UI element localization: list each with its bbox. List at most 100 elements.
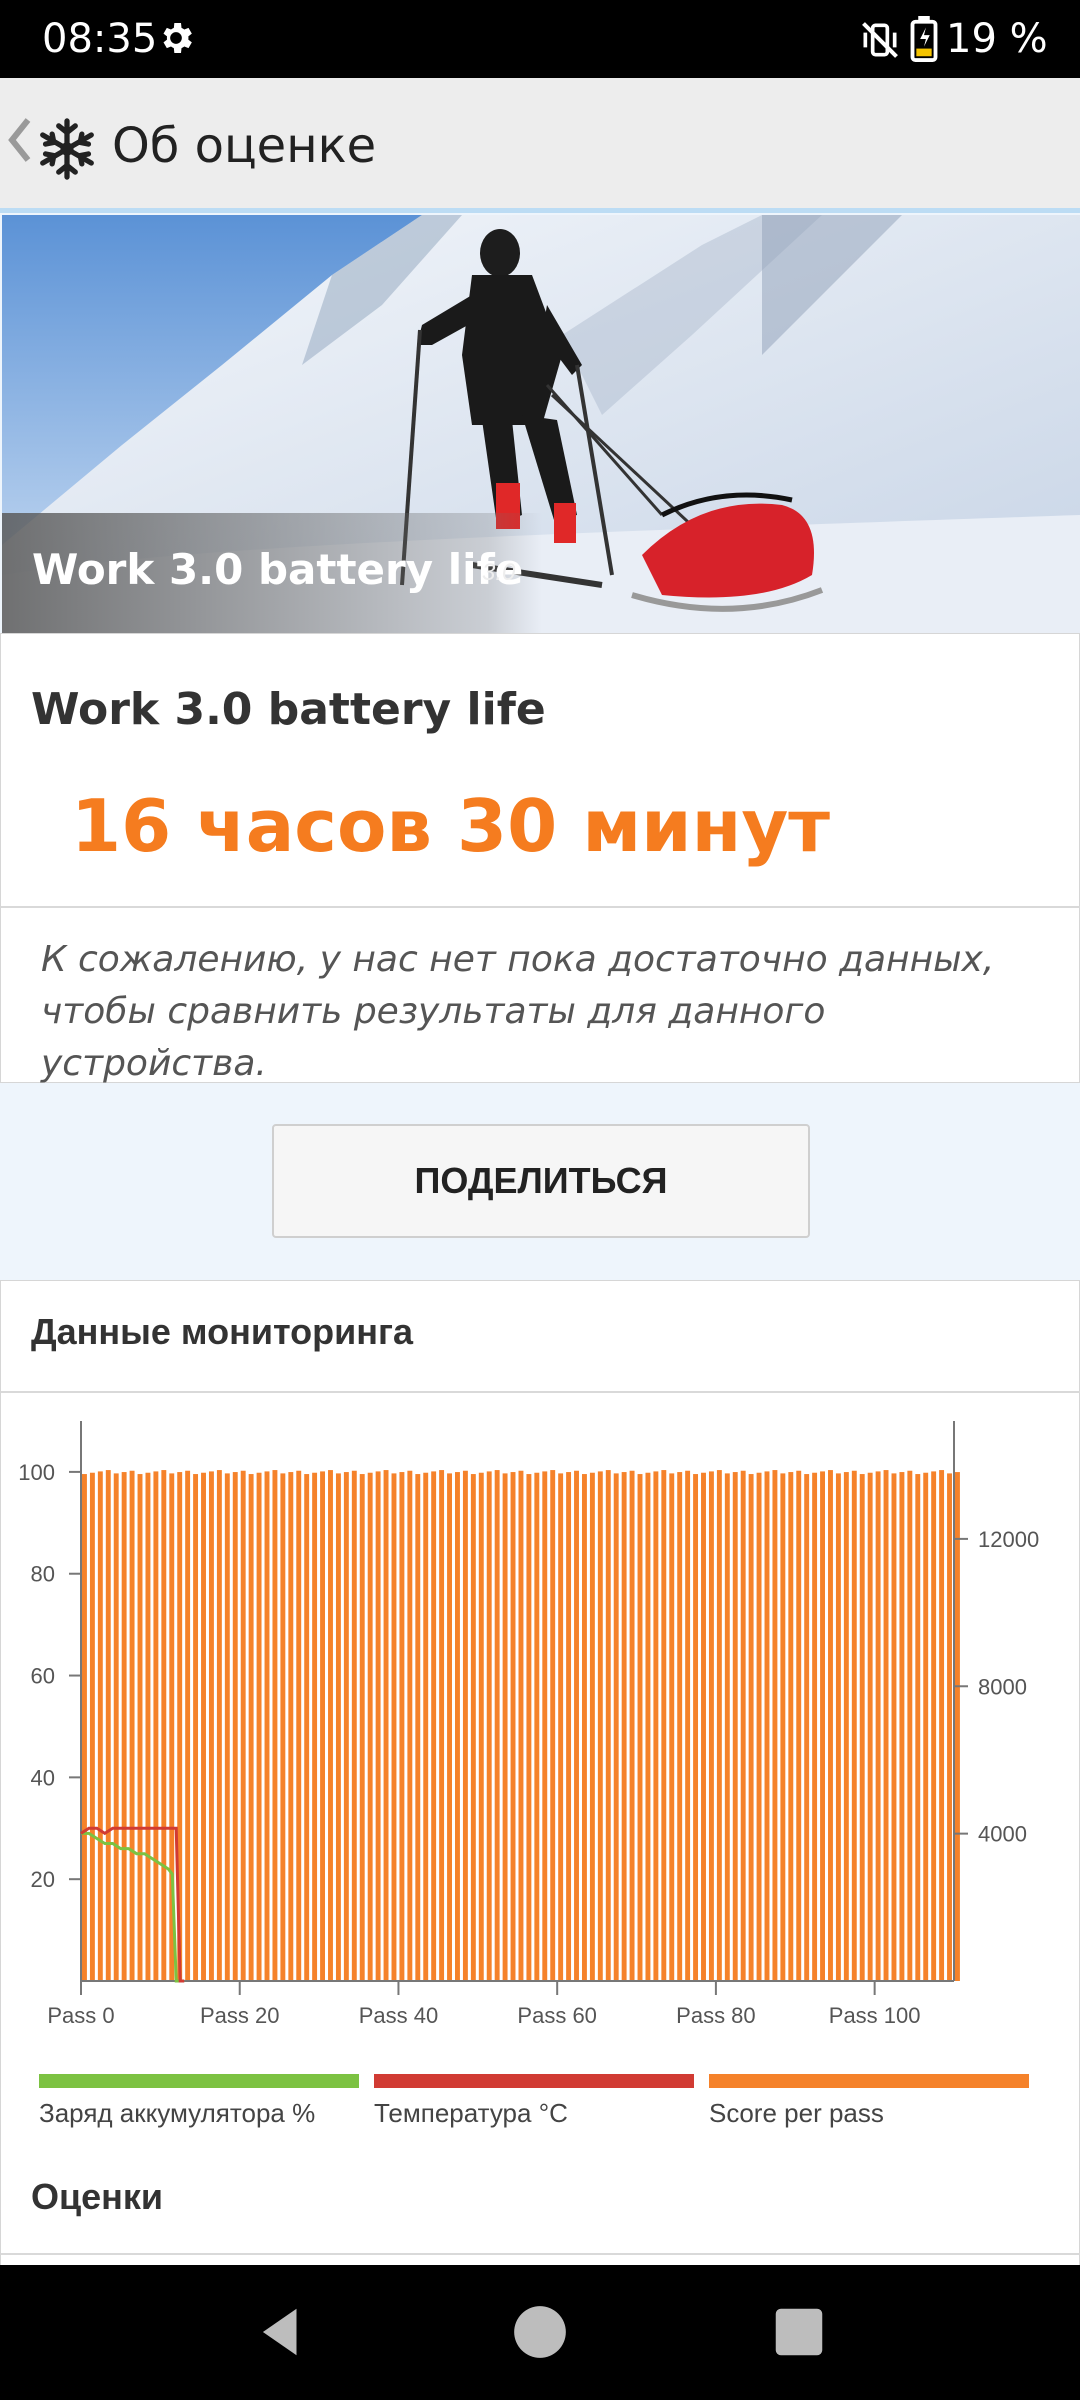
divider (1, 906, 1080, 908)
hero-banner: Work 3.0 battery life 3.0 (2, 215, 1080, 633)
score-bar (669, 1473, 675, 1981)
score-bar (772, 1470, 778, 1981)
score-bar (597, 1471, 603, 1981)
score-bar (280, 1473, 286, 1981)
score-bar (621, 1472, 627, 1981)
legend-score-label: Score per pass (709, 2098, 884, 2128)
score-bar (320, 1471, 326, 1981)
score-bar (216, 1470, 222, 1981)
score-bar (97, 1471, 103, 1981)
score-bar (264, 1471, 270, 1981)
score-bar (637, 1474, 643, 1981)
score-bar (939, 1470, 945, 1981)
score-bar (129, 1470, 135, 1981)
score-bar (288, 1472, 294, 1981)
nav-home-icon[interactable] (509, 2301, 571, 2363)
monitoring-card: Данные мониторинга 20 40 60 80 100 4000 8000 12… (0, 1280, 1080, 2280)
score-bar (201, 1472, 206, 1981)
score-bar (796, 1470, 802, 1981)
x-axis-tick-label: Pass 80 (676, 2003, 756, 2028)
x-axis-tick-label: Pass 100 (829, 2003, 921, 2028)
status-bar: 08:35 19 % (0, 0, 1080, 78)
monitoring-chart: 20 40 60 80 100 4000 8000 12000 Pass 0 Pass 20 Pas… (18, 1421, 1039, 2028)
x-axis-tick-label: Pass 0 (47, 2003, 114, 2028)
score-bar (304, 1474, 310, 1981)
score-bar (764, 1471, 770, 1981)
score-bar (875, 1471, 881, 1981)
score-bar (455, 1472, 460, 1981)
score-bar (351, 1470, 357, 1981)
share-button[interactable]: ПОДЕЛИТЬСЯ (272, 1124, 810, 1238)
score-bar (653, 1471, 659, 1981)
score-bar (478, 1472, 484, 1981)
score-bar (788, 1472, 794, 1981)
score-bar (835, 1473, 841, 1981)
score-bar (756, 1472, 762, 1981)
x-axis-tick-label: Pass 60 (517, 2003, 597, 2028)
score-bar (542, 1471, 548, 1981)
hero-title: Work 3.0 battery life (32, 545, 524, 594)
divider (1, 2253, 1080, 2255)
score-bar (185, 1470, 191, 1981)
score-bar (423, 1472, 429, 1981)
score-bar (113, 1473, 119, 1981)
navigation-bar (0, 2265, 1080, 2400)
battery-charging-icon (910, 16, 938, 62)
score-bar (447, 1473, 452, 1981)
score-bar (486, 1471, 492, 1981)
score-bar (256, 1472, 262, 1981)
score-bar (716, 1470, 722, 1981)
score-bar (462, 1470, 468, 1981)
nav-back-icon[interactable] (250, 2301, 312, 2363)
back-chevron-icon[interactable] (8, 116, 32, 164)
nav-recents-icon[interactable] (768, 2301, 830, 2363)
left-axis-tick-label: 40 (31, 1765, 55, 1790)
score-bar (328, 1470, 333, 1981)
hero-version: 3.0 (482, 559, 516, 586)
legend-temperature-swatch (374, 2074, 694, 2088)
score-bar (867, 1472, 873, 1981)
score-bar (693, 1474, 699, 1981)
score-bar (121, 1472, 127, 1981)
score-bar (915, 1474, 921, 1981)
score-bar (923, 1472, 929, 1981)
score-bar (899, 1472, 905, 1981)
score-bar (240, 1470, 246, 1981)
score-bar (343, 1472, 349, 1981)
score-bar (248, 1474, 254, 1981)
score-bar (312, 1472, 318, 1981)
score-bar (153, 1471, 159, 1981)
divider (1, 1391, 1080, 1393)
score-bar (748, 1474, 754, 1981)
score-bar (383, 1470, 389, 1981)
score-bar (89, 1472, 95, 1981)
score-bar (224, 1473, 230, 1981)
score-bar (859, 1474, 865, 1981)
score-bar (566, 1472, 572, 1981)
right-axis-tick-label: 4000 (978, 1822, 1027, 1847)
legend-battery-swatch (39, 2074, 359, 2088)
score-bar (82, 1474, 87, 1981)
score-bar (883, 1470, 889, 1981)
right-axis-tick-label: 12000 (978, 1527, 1039, 1552)
score-bar (193, 1474, 199, 1981)
ratings-heading: Оценки (31, 2176, 164, 2217)
score-bar (613, 1473, 619, 1981)
score-bar (804, 1474, 810, 1981)
page-title: Об оценке (112, 118, 377, 174)
score-bar (272, 1470, 278, 1981)
left-axis-tick-label: 100 (18, 1460, 55, 1485)
score-bar (550, 1470, 556, 1981)
score-bar (296, 1470, 302, 1981)
result-heading: Work 3.0 battery life (31, 684, 546, 735)
score-bar (439, 1470, 445, 1981)
score-bar (145, 1472, 151, 1981)
score-bar (399, 1472, 405, 1981)
score-bar (843, 1472, 849, 1981)
x-axis-tick-label: Pass 20 (200, 2003, 280, 2028)
left-axis-tick-label: 80 (31, 1562, 55, 1587)
result-message: К сожалению, у нас нет пока достаточно д… (41, 939, 995, 1084)
score-bar (415, 1474, 421, 1981)
legend-score-swatch (709, 2074, 1029, 2088)
score-bar (335, 1473, 341, 1981)
